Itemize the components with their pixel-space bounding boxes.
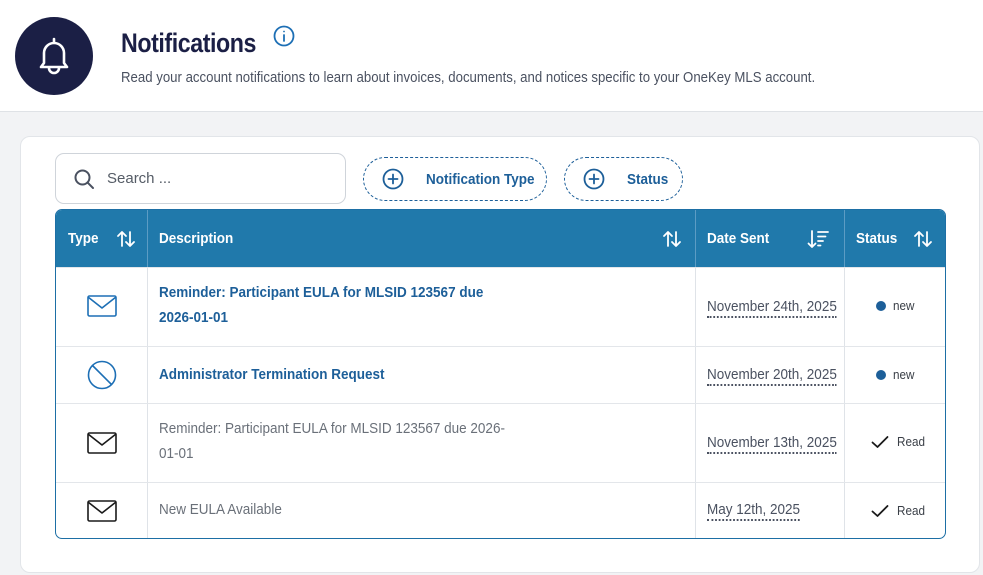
status-badge: Read	[871, 503, 928, 518]
table-row[interactable]: Administrator Termination Request Novemb…	[56, 346, 945, 403]
type-cell	[56, 432, 147, 454]
type-cell	[56, 360, 147, 390]
status-filter-button[interactable]: Status	[564, 157, 683, 201]
bell-icon	[39, 37, 69, 75]
sort-both-icon[interactable]	[912, 228, 934, 250]
prohibited-icon	[87, 360, 116, 390]
notification-type-filter-label: Notification Type	[426, 170, 535, 188]
search-input[interactable]	[107, 170, 307, 187]
page-subtitle: Read your account notifications to learn…	[121, 69, 816, 86]
envelope-icon	[86, 432, 117, 454]
type-cell	[56, 500, 147, 522]
date-sent[interactable]: May 12th, 2025	[707, 501, 801, 521]
notification-type-filter-button[interactable]: Notification Type	[363, 157, 547, 201]
checkmark-icon	[871, 435, 889, 448]
status-text: Read	[897, 503, 925, 518]
column-divider	[147, 210, 148, 267]
column-header-type[interactable]: Type	[68, 210, 147, 267]
status-text: Read	[897, 434, 925, 449]
table-row[interactable]: Reminder: Participant EULA for MLSID 123…	[56, 403, 945, 482]
notification-description-link[interactable]: Reminder: Participant EULA for MLSID 123…	[159, 280, 519, 330]
notification-description-link[interactable]: Administrator Termination Request	[159, 362, 519, 387]
checkmark-icon	[871, 504, 889, 517]
table-row[interactable]: Reminder: Participant EULA for MLSID 123…	[56, 267, 945, 346]
date-sent[interactable]: November 13th, 2025	[707, 434, 837, 454]
table-row[interactable]: New EULA Available May 12th, 2025 Read	[56, 482, 945, 538]
table-header: Type Description Date Sent Status	[56, 210, 945, 267]
notifications-badge	[15, 17, 93, 95]
status-text: new	[893, 298, 915, 313]
notification-description-text: Administrator Termination Request	[159, 366, 385, 383]
column-header-description-label: Description	[159, 230, 234, 247]
notification-description-link[interactable]: Reminder: Participant EULA for MLSID 123…	[159, 416, 519, 466]
info-icon[interactable]	[273, 25, 295, 47]
page-title: Notifications	[121, 28, 257, 58]
status-text: new	[893, 367, 915, 382]
notification-description-text: Reminder: Participant EULA for MLSID 123…	[159, 420, 505, 462]
status-filter-label: Status	[627, 170, 669, 188]
column-header-type-label: Type	[68, 230, 99, 247]
column-header-date-sent[interactable]: Date Sent	[707, 210, 844, 267]
notifications-table: Type Description Date Sent Status Remind…	[55, 209, 946, 539]
column-divider	[695, 210, 696, 267]
column-header-date-sent-label: Date Sent	[707, 230, 770, 247]
date-sent[interactable]: November 20th, 2025	[707, 366, 837, 386]
column-header-status-label: Status	[856, 230, 898, 247]
notification-description-link[interactable]: New EULA Available	[159, 497, 519, 522]
column-divider	[844, 210, 845, 267]
date-sent[interactable]: November 24th, 2025	[707, 298, 837, 318]
search-box[interactable]	[55, 153, 346, 204]
envelope-icon	[86, 295, 117, 317]
notification-description-text: Reminder: Participant EULA for MLSID 123…	[159, 284, 484, 326]
add-circle-icon	[382, 168, 404, 190]
status-badge: new	[876, 367, 917, 382]
add-circle-icon	[583, 168, 605, 190]
column-header-description[interactable]: Description	[159, 210, 695, 267]
sort-both-icon[interactable]	[661, 228, 683, 250]
type-cell	[56, 295, 147, 317]
sort-descending-icon[interactable]	[807, 228, 829, 250]
status-badge: Read	[871, 434, 928, 449]
notification-description-text: New EULA Available	[159, 501, 282, 518]
unread-dot-icon	[876, 300, 886, 311]
status-badge: new	[876, 298, 917, 313]
envelope-icon	[86, 500, 117, 522]
search-icon	[74, 169, 94, 189]
page-header: Notifications Read your account notifica…	[0, 0, 983, 112]
column-header-status[interactable]: Status	[856, 210, 945, 267]
sort-both-icon[interactable]	[115, 228, 137, 250]
unread-dot-icon	[876, 369, 886, 380]
